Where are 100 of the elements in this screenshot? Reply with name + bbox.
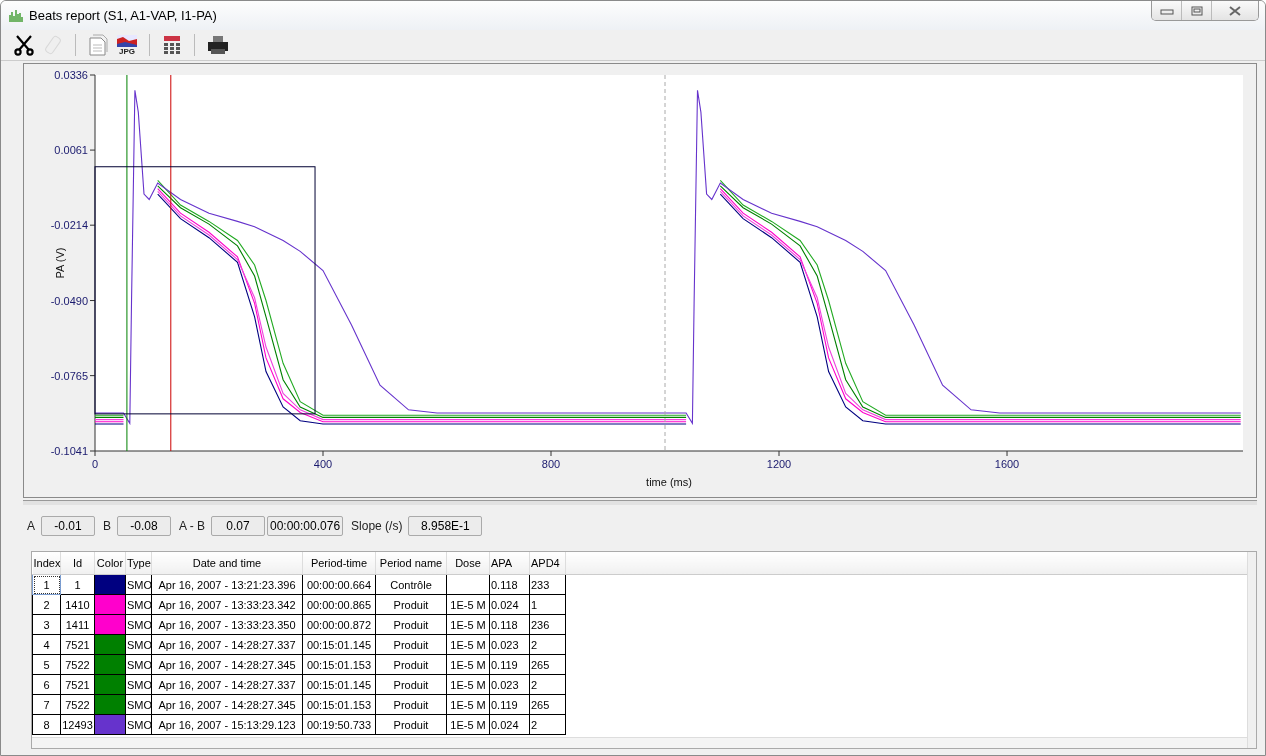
column-header[interactable]: Dose	[446, 552, 490, 575]
splitter-handle[interactable]	[23, 500, 1257, 505]
table-cell: SMO	[125, 594, 152, 615]
table-cell: SMO	[125, 574, 152, 595]
table-cell: SMO	[125, 694, 152, 715]
table-cell: 7522	[60, 654, 95, 675]
table-cell[interactable]: 1	[32, 574, 61, 595]
table-cell: SMO	[125, 614, 152, 635]
table-cell: 7522	[60, 694, 95, 715]
table-cell[interactable]: 4	[32, 634, 61, 655]
table-cell: 00:15:01.145	[302, 674, 376, 695]
table-cell: 00:00:00.872	[302, 614, 376, 635]
table-cell: 0.024	[489, 714, 530, 735]
table-cell: Produit	[375, 714, 447, 735]
table-cell: 265	[529, 654, 566, 675]
document-icon	[88, 34, 108, 56]
table-cell: 1E-5 M	[446, 694, 490, 715]
tick-label: 0.0061	[54, 144, 88, 157]
column-header[interactable]: Id	[60, 552, 95, 575]
cursor-line[interactable]	[170, 74, 172, 452]
table-cell: 1	[529, 594, 566, 615]
close-button[interactable]	[1212, 1, 1258, 20]
table-cell: Apr 16, 2007 - 13:33:23.342	[151, 594, 303, 615]
table-cell: Apr 16, 2007 - 14:28:27.337	[151, 674, 303, 695]
table-cell: 1E-5 M	[446, 594, 490, 615]
readout-field: 8.958E-1	[408, 516, 483, 536]
table-cell[interactable]: 7	[32, 694, 61, 715]
table-cell: Produit	[375, 614, 447, 635]
table-cell: 1E-5 M	[446, 674, 490, 695]
table-cell: SMO	[125, 674, 152, 695]
table-cell: 1410	[60, 594, 95, 615]
table-cell: 0.118	[489, 574, 530, 595]
table-cell: 0.024	[489, 594, 530, 615]
readout-field: -0.08	[117, 516, 172, 536]
image-icon	[117, 34, 137, 47]
tick-label: -0.0765	[50, 369, 88, 382]
column-header[interactable]: APA	[489, 552, 530, 575]
table-cell: 1E-5 M	[446, 634, 490, 655]
table-cell: 00:15:01.153	[302, 654, 376, 675]
table-cell[interactable]: 8	[32, 714, 61, 735]
table-cell: Contrôle	[375, 574, 447, 595]
table-cell[interactable]: 6	[32, 674, 61, 695]
tick-label: 1200	[766, 458, 792, 470]
minimize-icon	[1159, 6, 1174, 15]
column-header[interactable]: Date and time	[151, 552, 303, 575]
tick-label: 0	[91, 458, 99, 470]
table-cell: Apr 16, 2007 - 14:28:27.345	[151, 654, 303, 675]
table-cell: 2	[529, 714, 566, 735]
printer-icon	[206, 35, 230, 55]
table-cell[interactable]: 2	[32, 594, 61, 615]
readout-label: A	[27, 519, 35, 533]
table-cell: 00:00:00.865	[302, 594, 376, 615]
tick-label: 800	[541, 458, 561, 470]
bars-icon	[9, 8, 23, 23]
table-cell[interactable]: 5	[32, 654, 61, 675]
table-cell: 0.023	[489, 634, 530, 655]
table-cell: 7521	[60, 674, 95, 695]
table-cell: 00:15:01.145	[302, 634, 376, 655]
table-cell: Produit	[375, 654, 447, 675]
table-cell: Apr 16, 2007 - 13:21:23.396	[151, 574, 303, 595]
jpg-button[interactable]: JPG	[114, 32, 140, 58]
table-cell: Produit	[375, 694, 447, 715]
table-cell: Produit	[375, 634, 447, 655]
table-icon	[163, 35, 181, 55]
tick-label: -0.0490	[50, 294, 88, 307]
table-cell: 0.118	[489, 614, 530, 635]
table-cell: Apr 16, 2007 - 14:28:27.345	[151, 694, 303, 715]
table-cell[interactable]: 3	[32, 614, 61, 635]
table-cell: 233	[529, 574, 566, 595]
table-cell: Produit	[375, 594, 447, 615]
table-cell: 1	[60, 574, 95, 595]
readout-label: Slope (/s)	[351, 519, 403, 533]
column-header[interactable]: Period name	[375, 552, 447, 575]
table-cell: 2	[529, 674, 566, 695]
vertical-scrollbar[interactable]	[1247, 552, 1256, 748]
minimize-button[interactable]	[1152, 1, 1182, 20]
tick-label: 0.0336	[54, 69, 88, 81]
cursor-line[interactable]	[126, 74, 128, 452]
column-header[interactable]: APD4	[529, 552, 566, 575]
tick-label: 1600	[994, 458, 1020, 470]
table-cell: 1411	[60, 614, 95, 635]
readout-label: B	[103, 519, 112, 533]
column-header[interactable]: Color	[94, 552, 126, 575]
column-header[interactable]: Period-time	[302, 552, 376, 575]
maximize-button[interactable]	[1182, 1, 1212, 20]
table-cell: 00:00:00.664	[302, 574, 376, 595]
tick-label: -0.1041	[50, 445, 88, 457]
table-cell: 2	[529, 634, 566, 655]
table-cell: SMO	[125, 714, 152, 735]
table-cell: 1E-5 M	[446, 614, 490, 635]
table-cell: SMO	[125, 634, 152, 655]
table-cell: 265	[529, 694, 566, 715]
column-header[interactable]: Type	[125, 552, 152, 575]
table-cell: SMO	[125, 654, 152, 675]
column-header[interactable]: Index	[32, 552, 61, 575]
table-cell: Apr 16, 2007 - 14:28:27.337	[151, 634, 303, 655]
table-cell: Apr 16, 2007 - 13:33:23.350	[151, 614, 303, 635]
axis-label: PA (V)	[54, 247, 66, 279]
table-cell: 00:15:01.153	[302, 694, 376, 715]
horizontal-scrollbar[interactable]	[32, 737, 1247, 748]
